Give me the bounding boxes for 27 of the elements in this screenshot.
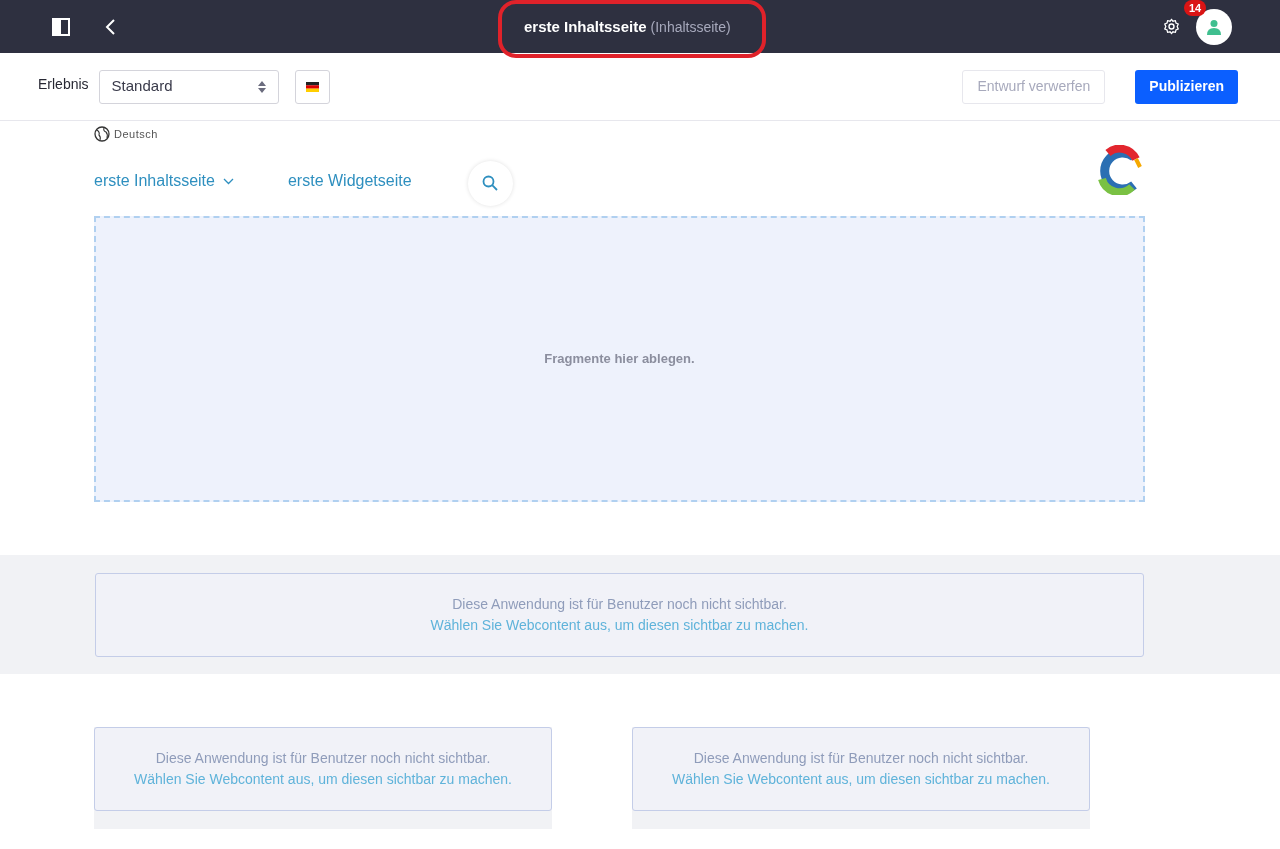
search-icon (482, 175, 499, 191)
page-type: (Inhaltsseite) (650, 18, 731, 37)
experience-label: Erlebnis (38, 75, 89, 94)
nav-link[interactable]: erste Inhaltsseite (94, 169, 234, 193)
back-icon[interactable] (104, 17, 116, 36)
webcontent-link[interactable]: Wählen Sie Webcontent aus, um diesen sichtbar zu machen. (672, 769, 1050, 790)
notification-badge: 14 (1184, 0, 1207, 16)
notice-message: Diese Anwendung ist für Benutzer noch nicht sichtbar. (155, 749, 491, 768)
webcontent-link[interactable]: Wählen Sie Webcontent aus, um diesen sichtbar zu machen. (134, 769, 512, 790)
language-label: Deutsch (114, 127, 158, 142)
fragment-drop-zone[interactable]: Fragmente hier ablegen. (94, 216, 1145, 502)
language-button[interactable] (294, 69, 330, 104)
german-flag-icon (305, 81, 319, 92)
notice-message: Diese Anwendung ist für Benutzer noch nicht sichtbar. (693, 749, 1029, 768)
sort-caret-icon (257, 80, 266, 93)
webcontent-link[interactable]: Wählen Sie Webcontent aus, um diesen sichtbar zu machen. (430, 615, 809, 636)
settings-icon[interactable] (1163, 18, 1180, 35)
publish-button[interactable]: Publizieren (1135, 69, 1238, 104)
globe-icon (94, 126, 110, 143)
drop-zone-hint: Fragmente hier ablegen. (544, 350, 695, 369)
sidebar-toggle-icon[interactable] (52, 17, 70, 36)
search-button[interactable] (467, 160, 513, 206)
page-title: erste Inhaltsseite (524, 17, 647, 37)
notice-message: Diese Anwendung ist für Benutzer noch nicht sichtbar. (452, 595, 787, 614)
nav-link[interactable]: erste Widgetseite (287, 169, 412, 193)
user-icon (1207, 18, 1221, 35)
experience-select[interactable]: Standard (98, 69, 279, 104)
